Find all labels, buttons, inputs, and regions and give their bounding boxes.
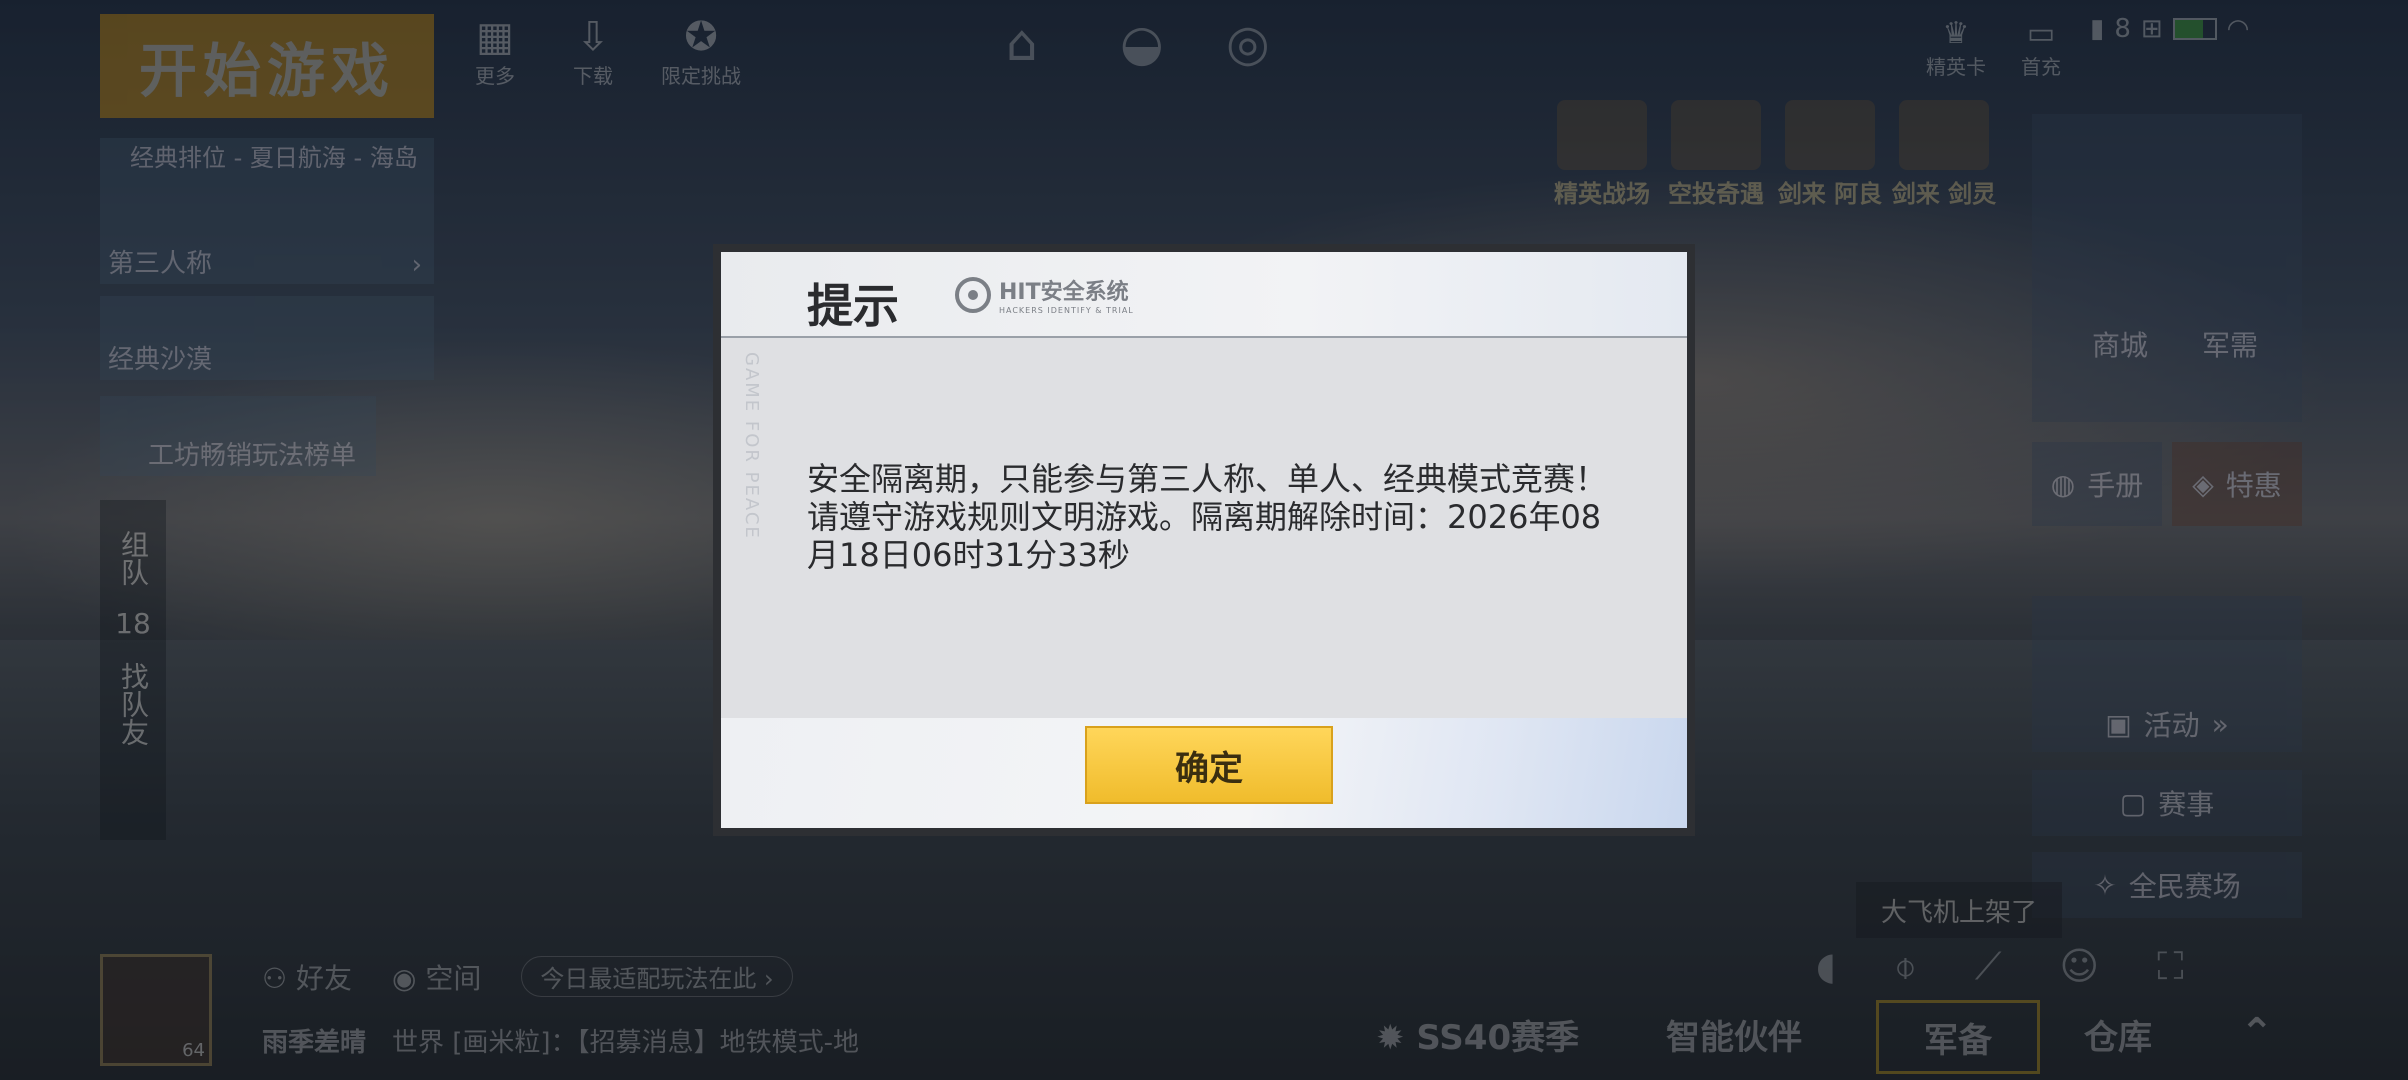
header-divider xyxy=(721,336,1687,338)
shield-logo-icon xyxy=(955,276,991,313)
confirm-button[interactable]: 确定 xyxy=(1085,726,1333,804)
security-dialog: 提示 HIT安全系统 HACKERS IDENTIFY & TRIAL GAME… xyxy=(713,244,1695,836)
dialog-body: 提示 HIT安全系统 HACKERS IDENTIFY & TRIAL GAME… xyxy=(721,252,1687,828)
dialog-header: 提示 HIT安全系统 HACKERS IDENTIFY & TRIAL xyxy=(721,252,1687,336)
hit-brand-name: HIT安全系统 xyxy=(999,280,1129,305)
hit-brand: HIT安全系统 HACKERS IDENTIFY & TRIAL xyxy=(955,274,1134,315)
dialog-title: 提示 xyxy=(807,279,899,333)
dialog-message: 安全隔离期，只能参与第三人称、单人、经典模式竞赛！请遵守游戏规则文明游戏。隔离期… xyxy=(807,460,1608,574)
hit-brand-sub: HACKERS IDENTIFY & TRIAL xyxy=(999,306,1134,315)
deco-watermark: GAME FOR PEACE xyxy=(741,352,762,540)
